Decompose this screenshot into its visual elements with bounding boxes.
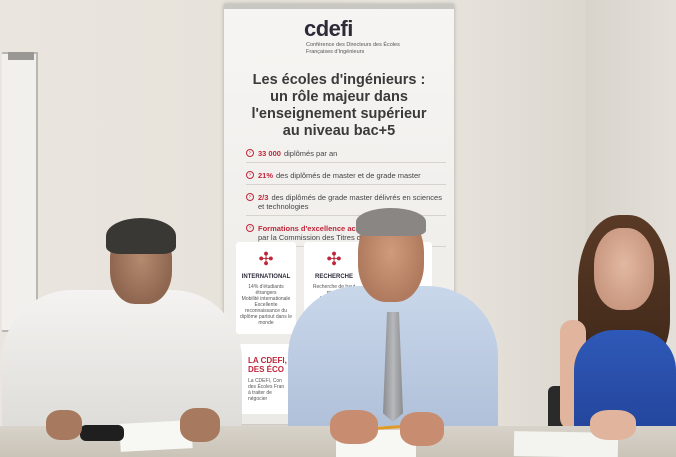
banner-headline: Les écoles d'ingénieurs : un rôle majeur…: [251, 72, 427, 139]
flipchart-clip: [8, 52, 34, 60]
fact-text: des diplômés de master et de grade maste…: [276, 171, 421, 180]
person-right-hands: [590, 410, 636, 440]
arrow-circle-icon: ›: [246, 149, 254, 157]
logo-subtitle: Conférence des Directeurs des Écoles Fra…: [306, 42, 400, 55]
person-center-hair: [356, 208, 426, 236]
person-left-hair: [106, 218, 176, 254]
banner-top-bar: [224, 4, 454, 9]
fact-number: 21%: [258, 171, 274, 180]
arrow-circle-icon: ›: [246, 193, 254, 201]
dots-cross-icon: ✣: [258, 249, 274, 269]
phone-object: [80, 425, 124, 441]
fact-text: par la Commission des Titres d'I: [258, 233, 365, 242]
dots-cross-icon: ✣: [326, 249, 342, 269]
person-center-hand: [330, 410, 378, 444]
fact-text: des diplômés de grade master délivrés en…: [258, 193, 442, 211]
fact-number: 33 000: [258, 149, 281, 158]
arrow-circle-icon: ›: [246, 224, 254, 232]
panel-title: RECHERCHE: [314, 274, 353, 280]
panel-text: 14% d'étudiants étrangers Mobilité inter…: [240, 284, 292, 326]
person-left-hand-right: [180, 408, 220, 442]
cdefi-logo: cdefi: [304, 16, 353, 41]
photo-scene: cdefi Conférence des Directeurs des Écol…: [0, 0, 676, 457]
panel-title: INTERNATIONAL: [241, 274, 291, 280]
person-center-hand-right: [400, 412, 444, 446]
arrow-circle-icon: ›: [246, 171, 254, 179]
fact-item: › 33 000 diplômés par an: [246, 149, 446, 163]
fact-text: diplômés par an: [283, 149, 338, 158]
person-right-face: [594, 228, 654, 310]
fact-item: › 21% des diplômés de master et de grade …: [246, 171, 446, 185]
info-panel-international: ✣ INTERNATIONAL 14% d'étudiants étranger…: [236, 242, 296, 334]
person-left-hand: [46, 410, 82, 440]
fact-number: 2/3: [258, 193, 269, 202]
flipchart-board: [2, 52, 38, 332]
